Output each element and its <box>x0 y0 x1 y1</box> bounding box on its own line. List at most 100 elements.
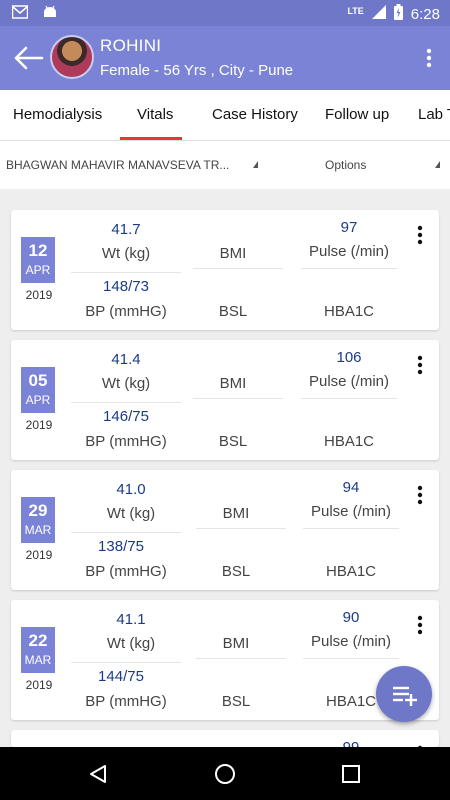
weight-label: Wt (kg) <box>101 245 151 262</box>
bp-label: BP (mmHG) <box>85 563 167 580</box>
system-nav-bar <box>0 747 450 800</box>
divider <box>301 268 397 269</box>
date-year: 2019 <box>25 288 53 302</box>
tab-case-history[interactable]: Case History <box>212 106 298 123</box>
pulse-value: 97 <box>340 219 358 236</box>
date-badge: 22 MAR <box>21 627 55 673</box>
bmi-label: BMI <box>222 505 250 522</box>
bsl-label: BSL <box>218 303 248 320</box>
bp-value: 146/75 <box>103 408 149 425</box>
weight-value: 41.0 <box>116 481 146 498</box>
battery-icon <box>393 4 403 24</box>
divider <box>71 272 181 273</box>
bsl-label: BSL <box>221 693 251 710</box>
bmi-label: BMI <box>222 635 250 652</box>
bp-value: 138/75 <box>98 538 144 555</box>
weight-label: Wt (kg) <box>106 635 156 652</box>
add-vitals-button[interactable] <box>376 666 432 722</box>
pulse-value: 99 <box>303 739 399 747</box>
pulse-value: 106 <box>336 349 362 366</box>
app-bar: ROHINI Female - 56 Yrs , City - Pune <box>0 26 450 90</box>
patient-avatar[interactable] <box>50 35 94 79</box>
bp-label: BP (mmHG) <box>85 303 167 320</box>
divider <box>71 402 181 403</box>
signal-icon <box>371 5 386 23</box>
divider <box>71 532 181 533</box>
date-day: 12 <box>28 241 48 260</box>
card-menu-icon[interactable] <box>417 225 423 245</box>
android-icon <box>42 5 58 24</box>
tab-follow-up[interactable]: Follow up <box>325 106 389 123</box>
pulse-label: Pulse (/min) <box>308 243 390 260</box>
card-menu-icon[interactable] <box>417 485 423 505</box>
patient-details: Female - 56 Yrs , City - Pune <box>100 62 294 79</box>
vitals-card[interactable]: 29 MAR 2019 41.0 Wt (kg) BMI 94 Pulse (/… <box>11 470 439 590</box>
divider <box>303 658 399 659</box>
status-bar: LTE 6:28 <box>0 0 450 26</box>
divider <box>71 662 181 663</box>
date-month: MAR <box>24 523 52 537</box>
weight-value: 41.4 <box>111 351 141 368</box>
bmi-label: BMI <box>219 245 247 262</box>
tab-hemodialysis[interactable]: Hemodialysis <box>13 106 102 123</box>
divider <box>193 268 283 269</box>
hba1c-label: HBA1C <box>323 303 375 320</box>
bsl-label: BSL <box>221 563 251 580</box>
tab-bar: Hemodialysis Vitals Case History Follow … <box>0 90 450 141</box>
date-month: APR <box>25 393 51 407</box>
date-badge: 29 MAR <box>21 497 55 543</box>
weight-label: Wt (kg) <box>106 505 156 522</box>
options-dropdown-caret-icon[interactable] <box>435 161 440 168</box>
clock: 6:28 <box>410 5 440 23</box>
hba1c-label: HBA1C <box>323 433 375 450</box>
pulse-value: 90 <box>342 609 360 626</box>
weight-label: Wt (kg) <box>101 375 151 392</box>
back-arrow-icon[interactable] <box>12 44 44 72</box>
vitals-card[interactable]: 05 APR 2019 41.4 Wt (kg) BMI 106 Pulse (… <box>11 340 439 460</box>
pulse-label: Pulse (/min) <box>310 633 392 650</box>
tab-lab[interactable]: Lab T <box>418 106 450 123</box>
vitals-card[interactable]: 99 <box>11 730 439 747</box>
card-menu-icon[interactable] <box>417 355 423 375</box>
bp-label: BP (mmHG) <box>85 433 167 450</box>
vitals-card[interactable]: 22 MAR 2019 41.1 Wt (kg) BMI 90 Pulse (/… <box>11 600 439 720</box>
divider <box>193 398 283 399</box>
nav-recents-icon[interactable] <box>342 765 360 788</box>
date-year: 2019 <box>25 548 53 562</box>
vitals-card[interactable]: 12 APR 2019 41.7 Wt (kg) BMI 97 Pulse (/… <box>11 210 439 330</box>
date-year: 2019 <box>25 418 53 432</box>
options-dropdown[interactable]: Options <box>325 158 366 172</box>
center-dropdown[interactable]: BHAGWAN MAHAVIR MANAVSEVA TR... <box>6 158 229 172</box>
divider <box>196 658 286 659</box>
weight-value: 41.1 <box>116 611 146 628</box>
lte-label: LTE <box>347 6 364 16</box>
overflow-menu-icon[interactable] <box>426 48 432 68</box>
date-day: 05 <box>28 371 48 390</box>
bp-value: 144/75 <box>98 668 144 685</box>
date-badge: 05 APR <box>21 367 55 413</box>
bmi-label: BMI <box>219 375 247 392</box>
date-day: 22 <box>28 631 48 650</box>
bp-label: BP (mmHG) <box>85 693 167 710</box>
active-tab-indicator <box>120 137 182 140</box>
date-month: APR <box>25 263 51 277</box>
date-day: 29 <box>28 501 48 520</box>
divider <box>303 528 399 529</box>
patient-name: ROHINI <box>100 36 162 55</box>
gmail-icon <box>11 5 29 24</box>
filter-bar: BHAGWAN MAHAVIR MANAVSEVA TR... Options <box>0 141 450 189</box>
playlist-add-icon <box>393 686 417 706</box>
bp-value: 148/73 <box>103 278 149 295</box>
bsl-label: BSL <box>218 433 248 450</box>
divider <box>301 398 397 399</box>
pulse-label: Pulse (/min) <box>310 503 392 520</box>
tab-vitals[interactable]: Vitals <box>137 106 173 123</box>
card-menu-icon[interactable] <box>417 615 423 635</box>
date-year: 2019 <box>25 678 53 692</box>
nav-home-icon[interactable] <box>214 763 236 790</box>
nav-back-icon[interactable] <box>88 764 108 789</box>
center-dropdown-caret-icon[interactable] <box>253 161 258 168</box>
divider <box>196 528 286 529</box>
pulse-label: Pulse (/min) <box>308 373 390 390</box>
hba1c-label: HBA1C <box>325 563 377 580</box>
